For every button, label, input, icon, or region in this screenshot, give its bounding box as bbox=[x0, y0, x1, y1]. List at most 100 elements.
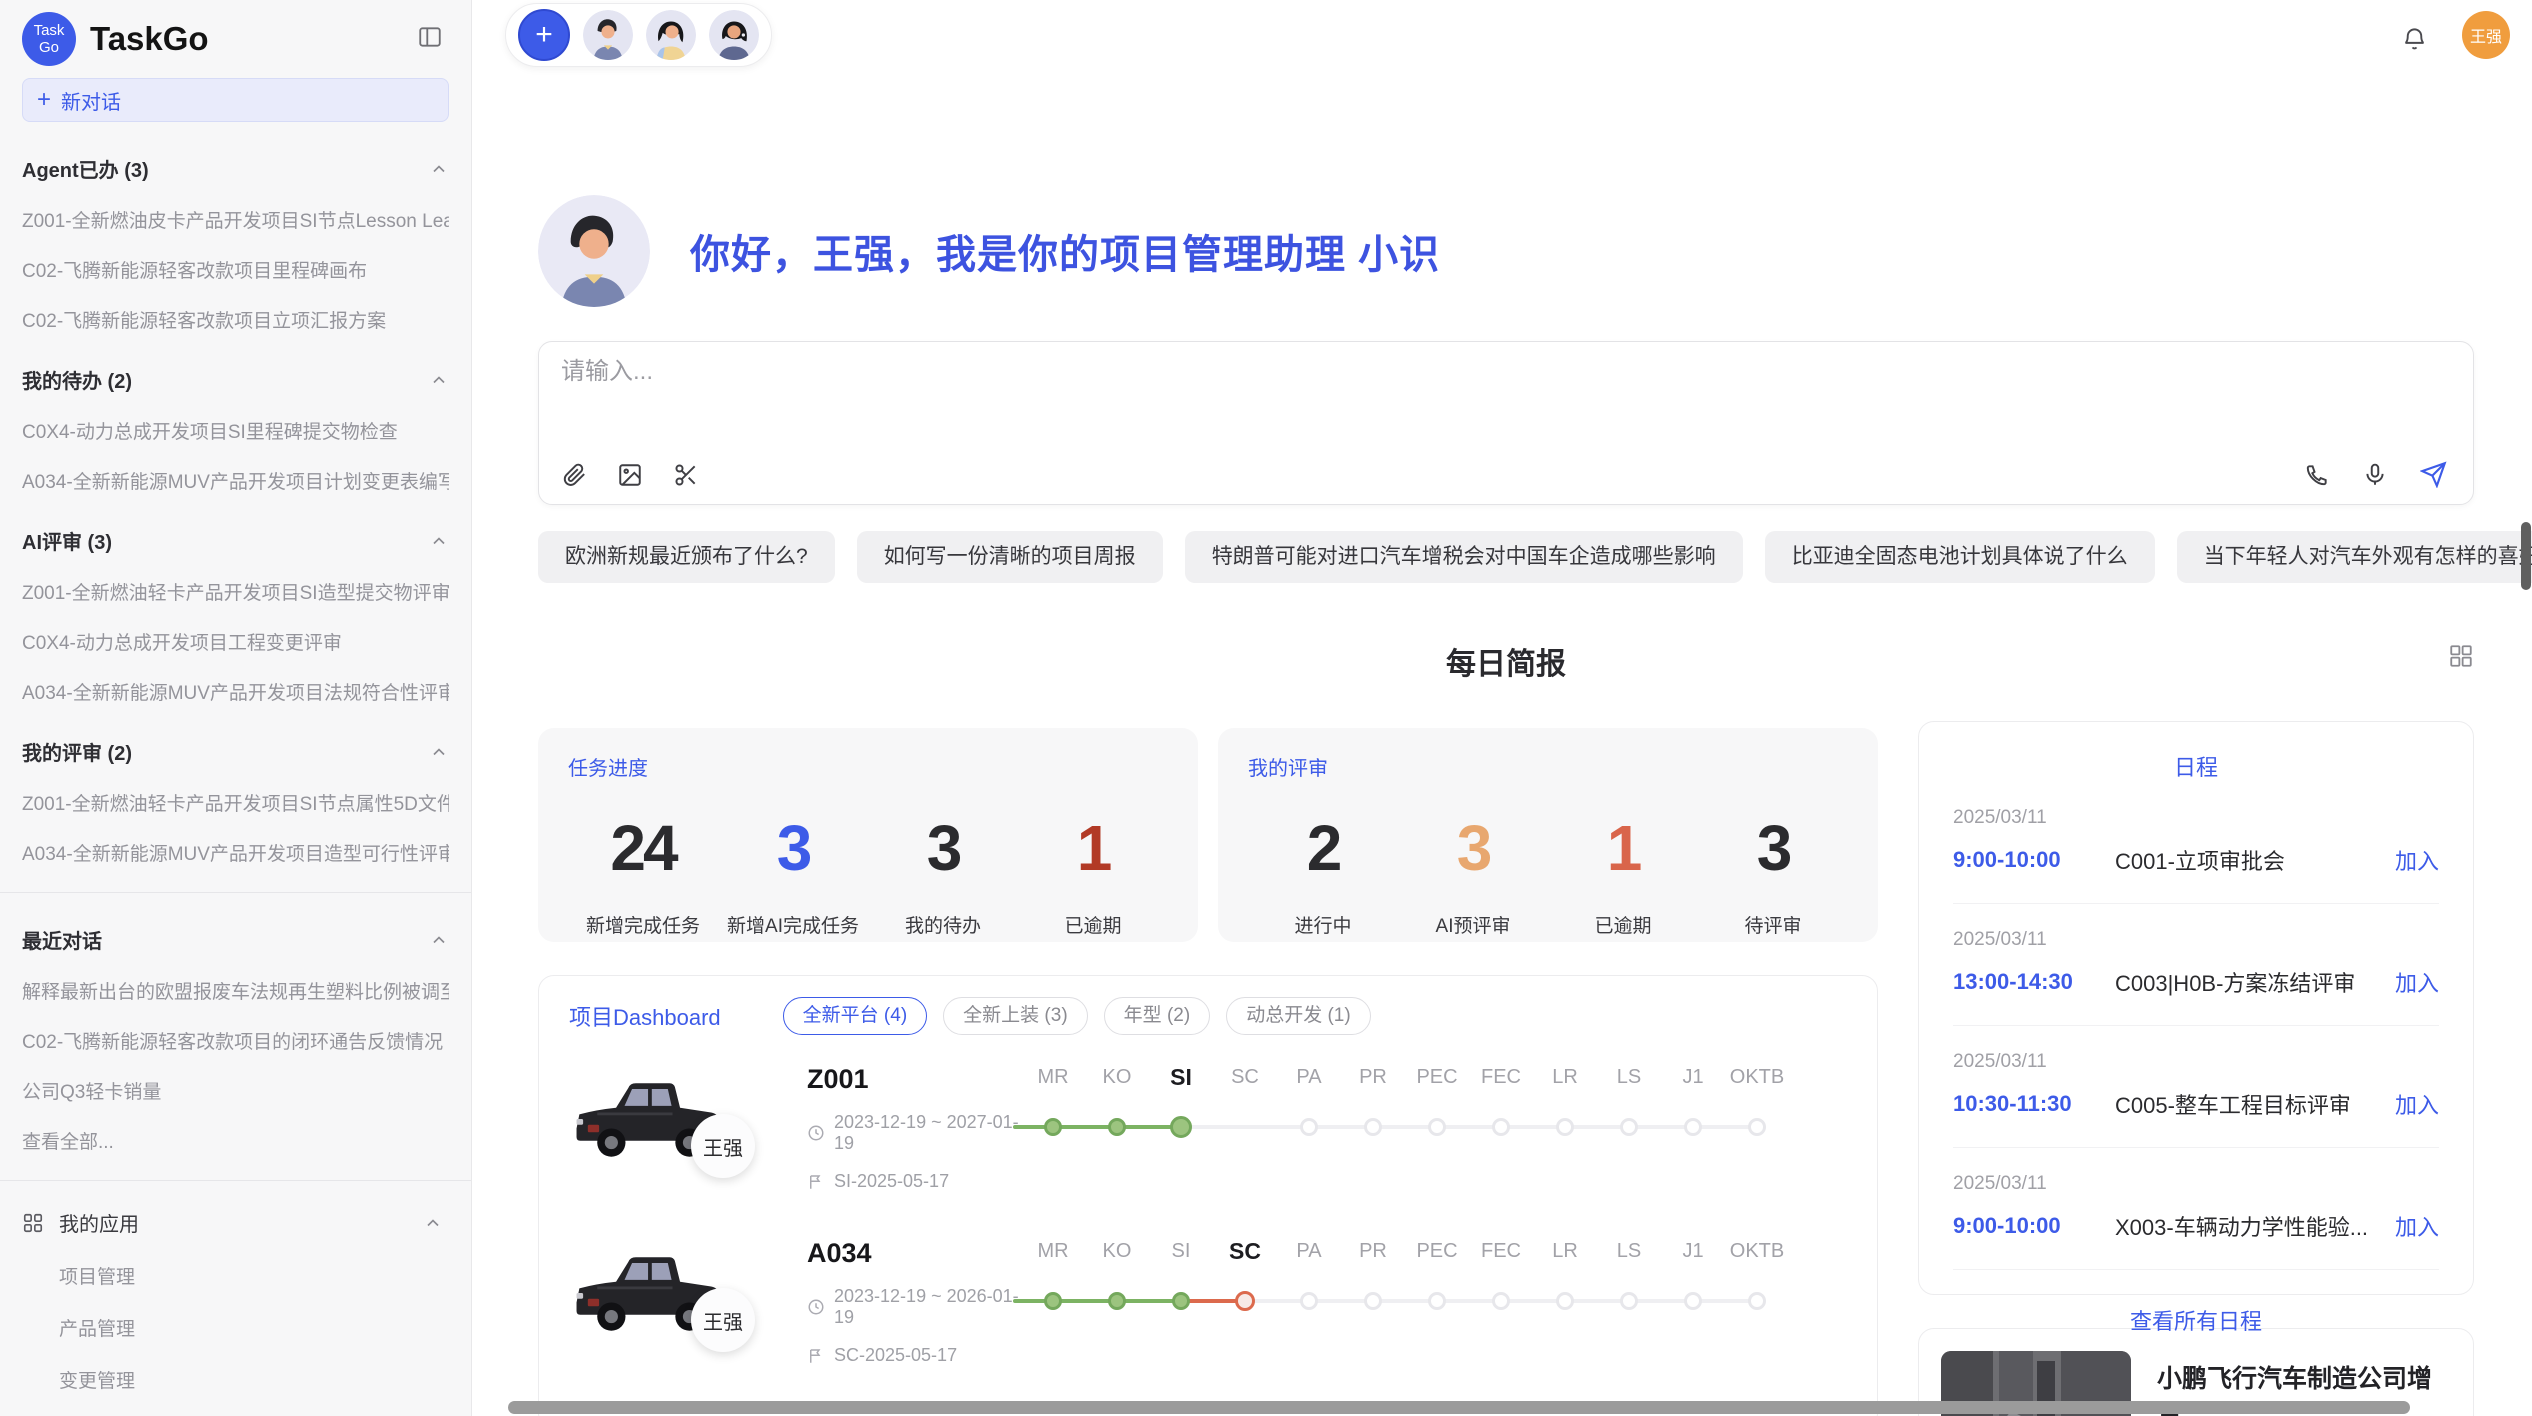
list-item[interactable]: A034-全新新能源MUV产品开发项目计划变更表编写 bbox=[22, 467, 449, 494]
list-item[interactable]: C02-飞腾新能源轻客改款项目的闭环通告反馈情况 bbox=[22, 1027, 449, 1054]
milestone-label: PR bbox=[1341, 1062, 1405, 1092]
sidebar-collapse-icon[interactable] bbox=[417, 24, 443, 50]
logo-line1: Task bbox=[34, 22, 65, 39]
suggestion-chip[interactable]: 欧洲新规最近颁布了什么? bbox=[538, 531, 835, 583]
project-row[interactable]: 王强 Z001 2023-12-19 ~ 2027-01-19 bbox=[569, 1060, 1847, 1208]
notification-bell-icon[interactable] bbox=[2401, 26, 2428, 53]
stat-pending-review: 3 待评审 bbox=[1698, 811, 1848, 938]
schedule-entry: 2025/03/11 13:00-14:30 C003|H0B-方案冻结评审 加… bbox=[1953, 904, 2439, 1026]
avatar[interactable] bbox=[646, 10, 696, 60]
section-recent-chats[interactable]: 最近对话 bbox=[22, 925, 449, 954]
filter-chip[interactable]: 年型 (2) bbox=[1104, 997, 1211, 1035]
filter-chip[interactable]: 全新平台 (4) bbox=[783, 997, 928, 1035]
milestone-dot bbox=[1684, 1118, 1702, 1136]
milestone-dot bbox=[1492, 1292, 1510, 1310]
list-item[interactable]: Z001-全新燃油皮卡产品开发项目SI节点Lesson Learn报告 bbox=[22, 206, 449, 233]
user-avatar[interactable]: 王强 bbox=[2462, 11, 2510, 59]
list-item[interactable]: C0X4-动力总成开发项目工程变更评审 bbox=[22, 628, 449, 655]
suggestion-chip[interactable]: 比亚迪全固态电池计划具体说了什么 bbox=[1765, 531, 2155, 583]
chevron-up-icon[interactable] bbox=[423, 1213, 443, 1233]
vertical-scrollbar[interactable] bbox=[2521, 522, 2531, 590]
project-dates: 2023-12-19 ~ 2027-01-19 bbox=[807, 1112, 1021, 1154]
microphone-icon[interactable] bbox=[2362, 462, 2388, 488]
join-button[interactable]: 加入 bbox=[2395, 1210, 2439, 1242]
suggestion-chip[interactable]: 如何写一份清晰的项目周报 bbox=[857, 531, 1163, 583]
list-item[interactable]: 解释最新出台的欧盟报废车法规再生塑料比例被调至15%... bbox=[22, 977, 449, 1004]
sidebar-item-change-mgmt[interactable]: 变更管理 bbox=[59, 1366, 449, 1393]
view-all-chats[interactable]: 查看全部... bbox=[22, 1127, 449, 1154]
project-dashboard-card: 项目Dashboard 全新平台 (4) 全新上装 (3) 年型 (2) 动总开… bbox=[538, 975, 1878, 1416]
join-button[interactable]: 加入 bbox=[2395, 1088, 2439, 1120]
section-agent-done[interactable]: Agent已办 (3) bbox=[22, 154, 449, 183]
milestone-label: KO bbox=[1085, 1062, 1149, 1092]
layout-grid-icon[interactable] bbox=[2448, 643, 2474, 669]
main-area: + 王强 你好，王强，我是你的项目管理助理 小识 bbox=[472, 0, 2532, 1416]
image-icon[interactable] bbox=[617, 462, 643, 488]
project-row[interactable]: 王强 A034 2023-12-19 ~ 2026-01-19 bbox=[569, 1234, 1847, 1382]
suggestion-chip[interactable]: 特朗普可能对进口汽车增税会对中国车企造成哪些影响 bbox=[1185, 531, 1743, 583]
list-item[interactable]: C02-飞腾新能源轻客改款项目立项汇报方案 bbox=[22, 306, 449, 333]
entry-title: X003-车辆动力学性能验... bbox=[2115, 1210, 2385, 1242]
phone-icon[interactable] bbox=[2304, 462, 2330, 488]
send-icon[interactable] bbox=[2420, 461, 2447, 488]
project-owner-badge: 王强 bbox=[691, 1288, 755, 1352]
stat-label: AI预评审 bbox=[1398, 911, 1548, 938]
card-title: 我的评审 bbox=[1248, 752, 1848, 781]
filter-chip[interactable]: 全新上装 (3) bbox=[943, 997, 1088, 1035]
join-button[interactable]: 加入 bbox=[2395, 844, 2439, 876]
join-button[interactable]: 加入 bbox=[2395, 966, 2439, 998]
avatar[interactable] bbox=[583, 10, 633, 60]
suggestion-chip[interactable]: 当下年轻人对汽车外观有怎样的喜好趋势 bbox=[2177, 531, 2532, 583]
chevron-up-icon[interactable] bbox=[429, 742, 449, 762]
chevron-up-icon[interactable] bbox=[429, 531, 449, 551]
milestone-label: PA bbox=[1277, 1236, 1341, 1266]
paperclip-icon[interactable] bbox=[561, 462, 587, 488]
horizontal-scrollbar[interactable] bbox=[508, 1401, 2410, 1414]
stat-my-todo: 3 我的待办 bbox=[868, 811, 1018, 938]
filter-chip[interactable]: 动总开发 (1) bbox=[1226, 997, 1371, 1035]
avatar[interactable] bbox=[709, 10, 759, 60]
list-item[interactable]: C0X4-动力总成开发项目SI里程碑提交物检查 bbox=[22, 417, 449, 444]
date-range: 2023-12-19 ~ 2026-01-19 bbox=[834, 1286, 1021, 1328]
assistant-avatar bbox=[538, 195, 650, 307]
chevron-up-icon[interactable] bbox=[429, 159, 449, 179]
project-name: A034 bbox=[807, 1238, 1021, 1269]
owner-name: 王强 bbox=[703, 1306, 743, 1335]
entry-row: 13:00-14:30 C003|H0B-方案冻结评审 加入 bbox=[1953, 966, 2439, 998]
milestone-dot-done bbox=[1172, 1292, 1190, 1310]
chat-input[interactable] bbox=[561, 358, 2161, 386]
sidebar-item-my-apps[interactable]: 我的应用 bbox=[22, 1208, 449, 1237]
progress-line-done bbox=[1013, 1125, 1181, 1129]
sidebar-item-product-mgmt[interactable]: 产品管理 bbox=[59, 1314, 449, 1341]
list-item[interactable]: Z001-全新燃油轻卡产品开发项目SI造型提交物评审 bbox=[22, 578, 449, 605]
section-my-review[interactable]: 我的评审 (2) bbox=[22, 737, 449, 766]
stat-value: 3 bbox=[1698, 811, 1848, 885]
entry-date: 2025/03/11 bbox=[1953, 1173, 2439, 1195]
list-item[interactable]: A034-全新新能源MUV产品开发项目造型可行性评审 bbox=[22, 839, 449, 866]
stat-label: 已逾期 bbox=[1548, 911, 1698, 938]
stat-grid: 24 新增完成任务 3 新增AI完成任务 3 我的待办 1 bbox=[568, 811, 1168, 938]
section-ai-review[interactable]: AI评审 (3) bbox=[22, 526, 449, 555]
stat-new-done: 24 新增完成任务 bbox=[568, 811, 718, 938]
milestone-dot-current bbox=[1170, 1116, 1192, 1138]
entry-title: C001-立项审批会 bbox=[2115, 844, 2385, 876]
sidebar-item-project-mgmt[interactable]: 项目管理 bbox=[59, 1262, 449, 1289]
list-item[interactable]: 公司Q3轻卡销量 bbox=[22, 1077, 449, 1104]
milestone-label: FEC bbox=[1469, 1062, 1533, 1092]
chevron-up-icon[interactable] bbox=[429, 930, 449, 950]
section-my-todo[interactable]: 我的待办 (2) bbox=[22, 365, 449, 394]
chevron-up-icon[interactable] bbox=[429, 370, 449, 390]
scissors-icon[interactable] bbox=[673, 462, 699, 488]
list-item[interactable]: Z001-全新燃油轻卡产品开发项目SI节点属性5D文件评审 bbox=[22, 789, 449, 816]
stat-value: 2 bbox=[1248, 811, 1398, 885]
milestone-dot bbox=[1300, 1292, 1318, 1310]
list-item[interactable]: A034-全新新能源MUV产品开发项目法规符合性评审 bbox=[22, 678, 449, 705]
milestone-dot-done bbox=[1044, 1118, 1062, 1136]
new-chat-button[interactable]: + 新对话 bbox=[22, 78, 449, 122]
app-logo: Task Go bbox=[22, 12, 76, 66]
list-item[interactable]: C02-飞腾新能源轻客改款项目里程碑画布 bbox=[22, 256, 449, 283]
new-conversation-button[interactable]: + bbox=[518, 9, 570, 61]
section-title: 最近对话 bbox=[22, 925, 102, 954]
schedule-card: 日程 2025/03/11 9:00-10:00 C001-立项审批会 加入 2… bbox=[1918, 721, 2474, 1295]
milestone-timeline: MR KO SI SC PA PR PEC FEC LR LS J1 OKTB bbox=[1021, 1060, 1847, 1208]
